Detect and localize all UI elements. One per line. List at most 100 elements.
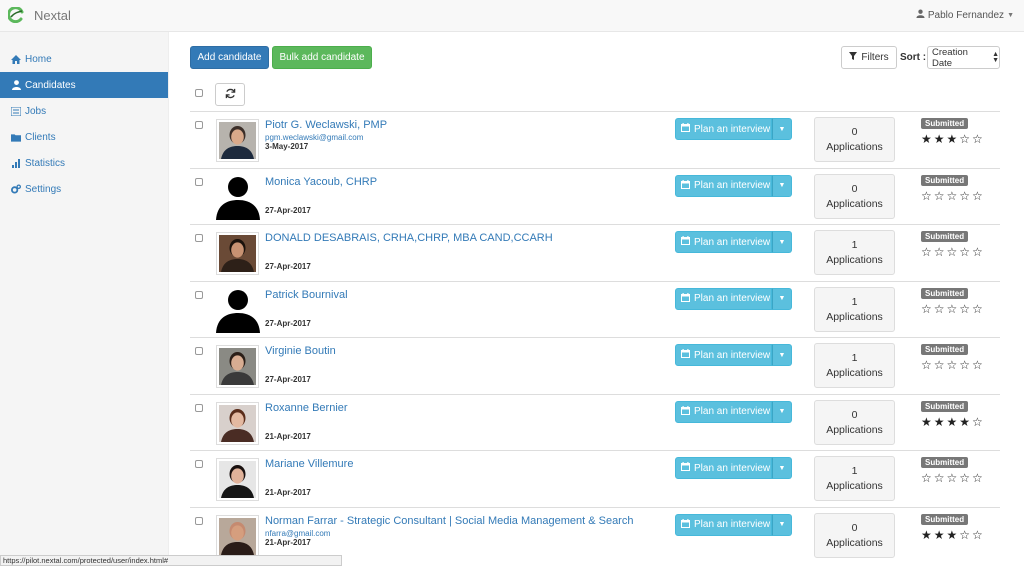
sidebar-item-jobs[interactable]: Jobs	[0, 98, 168, 124]
candidate-date: 27-Apr-2017	[265, 205, 311, 215]
candidate-avatar[interactable]	[216, 514, 259, 558]
plan-interview-dropdown-toggle[interactable]: ▼	[772, 513, 792, 536]
plan-interview-button[interactable]: Plan an interview	[675, 118, 772, 140]
plan-interview-dropdown-toggle[interactable]: ▼	[772, 287, 792, 310]
candidate-name-link[interactable]: Roxanne Bernier	[265, 402, 348, 414]
plan-interview-label: Plan an interview	[694, 462, 771, 474]
refresh-button[interactable]	[215, 83, 245, 106]
applications-count: 0	[851, 126, 858, 138]
plan-interview-group: Plan an interview ▼	[675, 344, 792, 366]
candidate-date: 21-Apr-2017	[265, 431, 311, 441]
plan-interview-group: Plan an interview ▼	[675, 457, 792, 479]
calendar-icon	[681, 236, 690, 248]
sidebar-item-clients[interactable]: Clients	[0, 124, 168, 150]
candidate-avatar[interactable]	[216, 345, 259, 388]
star-rating[interactable]: ★★★★☆	[921, 415, 985, 429]
plan-interview-group: Plan an interview ▼	[675, 400, 792, 423]
candidate-name-link[interactable]: Virginie Boutin	[265, 345, 336, 357]
applications-count-box[interactable]: 0 Applications	[814, 399, 895, 445]
star-rating[interactable]: ☆☆☆☆☆	[921, 471, 985, 485]
star-rating[interactable]: ☆☆☆☆☆	[921, 302, 985, 316]
sidebar-item-home[interactable]: Home	[0, 46, 168, 72]
filter-icon	[849, 52, 858, 63]
candidate-name-link[interactable]: Norman Farrar - Strategic Consultant | S…	[265, 515, 633, 527]
candidate-email-link[interactable]: nfarra@gmail.com	[265, 529, 330, 538]
candidate-name-link[interactable]: Mariane Villemure	[265, 458, 353, 470]
refresh-icon	[225, 87, 236, 102]
applications-label: Applications	[826, 423, 883, 436]
user-name: Pablo Fernandez	[927, 9, 1005, 21]
row-checkbox[interactable]	[195, 460, 203, 468]
candidate-name-link[interactable]: Piotr G. Weclawski, PMP	[265, 119, 387, 131]
row-checkbox[interactable]	[195, 516, 203, 525]
add-candidate-button[interactable]: Add candidate	[190, 46, 269, 69]
home-icon	[11, 54, 21, 64]
row-checkbox[interactable]	[195, 234, 203, 242]
row-checkbox[interactable]	[195, 121, 203, 129]
sidebar-item-label: Statistics	[25, 157, 66, 169]
sidebar-item-candidates[interactable]: Candidates	[0, 72, 168, 98]
folder-icon	[11, 133, 21, 142]
candidate-name-link[interactable]: Monica Yacoub, CHRP	[265, 176, 377, 188]
applications-count: 0	[851, 408, 858, 421]
user-menu[interactable]: Pablo Fernandez ▼	[916, 9, 1014, 21]
brand[interactable]: Nextal	[8, 7, 71, 23]
applications-count-box[interactable]: 1 Applications	[814, 230, 895, 275]
applications-count-box[interactable]: 1 Applications	[814, 456, 895, 501]
row-checkbox[interactable]	[195, 403, 203, 412]
sort-select[interactable]: Creation Date ▲ ▼	[927, 46, 1000, 69]
bulk-add-candidate-button[interactable]: Bulk add candidate	[272, 46, 372, 69]
sidebar-item-settings[interactable]: Settings	[0, 176, 168, 202]
applications-count: 0	[851, 182, 858, 195]
candidate-avatar[interactable]	[216, 401, 259, 445]
default-avatar-icon[interactable]	[216, 287, 260, 333]
plan-interview-dropdown-toggle[interactable]: ▼	[772, 231, 792, 253]
chevron-down-icon: ▼	[778, 295, 786, 302]
plan-interview-dropdown-toggle[interactable]: ▼	[772, 457, 792, 479]
star-rating[interactable]: ★★★☆☆	[921, 132, 985, 146]
sidebar-item-statistics[interactable]: Statistics	[0, 150, 168, 176]
filters-label: Filters	[861, 52, 889, 63]
sidebar-item-label: Candidates	[25, 79, 76, 91]
plan-interview-button[interactable]: Plan an interview	[675, 457, 772, 479]
filters-button[interactable]: Filters	[841, 46, 897, 69]
plan-interview-button[interactable]: Plan an interview	[675, 174, 772, 197]
candidate-row: Patrick Bournival 27-Apr-2017 Plan an in…	[190, 280, 1000, 338]
row-checkbox[interactable]	[195, 347, 203, 355]
candidate-avatar[interactable]	[216, 458, 259, 501]
candidate-name-link[interactable]: DONALD DESABRAIS, CRHA,CHRP, MBA CAND,CC…	[265, 232, 553, 244]
plan-interview-button[interactable]: Plan an interview	[675, 400, 772, 423]
star-rating[interactable]: ★★★☆☆	[921, 528, 985, 542]
candidate-name-link[interactable]: Patrick Bournival	[265, 289, 348, 301]
calendar-icon	[681, 462, 690, 474]
plan-interview-dropdown-toggle[interactable]: ▼	[772, 118, 792, 140]
applications-count: 0	[851, 521, 858, 534]
row-checkbox[interactable]	[195, 177, 203, 186]
plan-interview-button[interactable]: Plan an interview	[675, 513, 772, 536]
default-avatar-icon[interactable]	[216, 174, 260, 220]
select-all-checkbox[interactable]	[195, 89, 203, 97]
candidate-avatar[interactable]	[216, 232, 259, 275]
plan-interview-dropdown-toggle[interactable]: ▼	[772, 174, 792, 197]
applications-count-box[interactable]: 0 Applications	[814, 173, 895, 219]
plan-interview-dropdown-toggle[interactable]: ▼	[772, 344, 792, 366]
candidate-avatar[interactable]	[216, 119, 259, 162]
plan-interview-group: Plan an interview ▼	[675, 118, 792, 140]
applications-count-box[interactable]: 0 Applications	[814, 512, 895, 558]
plan-interview-button[interactable]: Plan an interview	[675, 231, 772, 253]
row-checkbox[interactable]	[195, 290, 203, 299]
star-rating[interactable]: ☆☆☆☆☆	[921, 358, 985, 372]
plan-interview-button[interactable]: Plan an interview	[675, 344, 772, 366]
applications-count-box[interactable]: 1 Applications	[814, 343, 895, 388]
star-rating[interactable]: ☆☆☆☆☆	[921, 189, 985, 203]
plan-interview-dropdown-toggle[interactable]: ▼	[772, 400, 792, 423]
star-rating[interactable]: ☆☆☆☆☆	[921, 245, 985, 259]
applications-count-box[interactable]: 1 Applications	[814, 286, 895, 332]
calendar-icon	[681, 292, 690, 305]
plan-interview-button[interactable]: Plan an interview	[675, 287, 772, 310]
candidate-email-link[interactable]: pgm.weclawski@gmail.com	[265, 133, 363, 142]
applications-count-box[interactable]: 0 Applications	[814, 117, 895, 162]
candidate-row: Mariane Villemure 21-Apr-2017 Plan an in…	[190, 450, 1000, 507]
candidate-row: Roxanne Bernier 21-Apr-2017 Plan an inte…	[190, 393, 1000, 451]
select-arrows-icon: ▲ ▼	[992, 50, 999, 64]
